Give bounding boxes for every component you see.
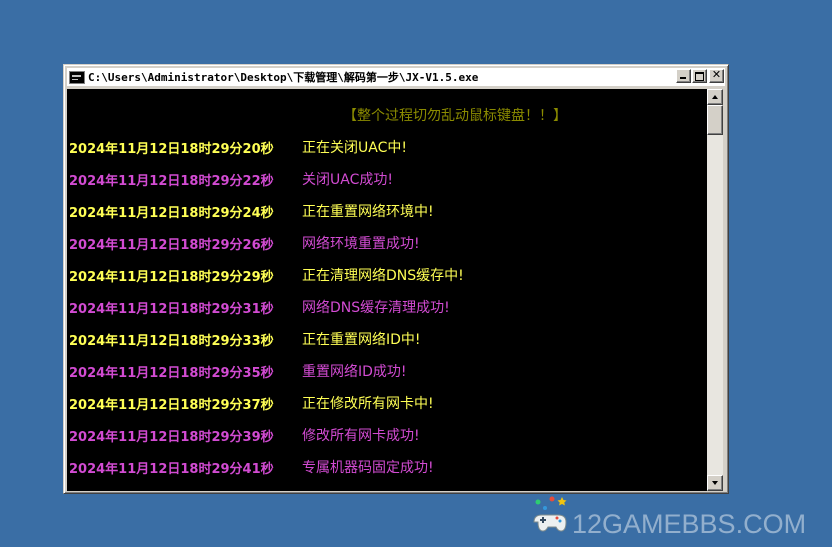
log-line: 2024年11月12日18时29分35秒 重置网络ID成功!: [69, 361, 407, 381]
scroll-down-button[interactable]: [707, 475, 723, 491]
log-line: 2024年11月12日18时29分29秒 正在清理网络DNS缓存中!: [69, 265, 464, 285]
log-timestamp: 2024年11月12日18时29分24秒: [69, 205, 274, 221]
log-message: 重置网络ID成功!: [302, 364, 407, 380]
watermark: 12GAMEBBS.COM: [530, 492, 830, 542]
console-warning-header: 【整个过程切勿乱动鼠标键盘！！】: [343, 108, 567, 124]
log-timestamp: 2024年11月12日18时29分41秒: [69, 461, 274, 477]
console-window[interactable]: C:\Users\Administrator\Desktop\下载管理\解码第一…: [63, 64, 729, 494]
window-title: C:\Users\Administrator\Desktop\下载管理\解码第一…: [88, 71, 479, 84]
vertical-scrollbar[interactable]: [707, 89, 723, 491]
console-app-icon[interactable]: [69, 70, 85, 84]
log-message: 正在修改所有网卡中!: [302, 396, 434, 412]
scroll-up-button[interactable]: [707, 89, 723, 105]
log-line: 2024年11月12日18时29分22秒 关闭UAC成功!: [69, 169, 393, 189]
log-timestamp: 2024年11月12日18时29分20秒: [69, 141, 274, 157]
log-message: 网络DNS缓存清理成功!: [302, 300, 450, 316]
title-bar[interactable]: C:\Users\Administrator\Desktop\下载管理\解码第一…: [67, 68, 725, 86]
minimize-button[interactable]: [676, 69, 691, 83]
log-timestamp: 2024年11月12日18时29分22秒: [69, 173, 274, 189]
arrow-down-icon: [712, 481, 718, 485]
arrow-up-icon: [712, 95, 718, 99]
log-message: 关闭UAC成功!: [302, 172, 393, 188]
log-message: 正在重置网络环境中!: [302, 204, 434, 220]
log-message: 正在清理网络DNS缓存中!: [302, 268, 464, 284]
title-buttons: ✕: [675, 68, 724, 83]
log-timestamp: 2024年11月12日18时29分31秒: [69, 301, 274, 317]
log-timestamp: 2024年11月12日18时29分29秒: [69, 269, 274, 285]
desktop: C:\Users\Administrator\Desktop\下载管理\解码第一…: [0, 0, 832, 547]
log-message: 正在重置网络ID中!: [302, 332, 421, 348]
maximize-icon: [695, 72, 704, 81]
log-timestamp: 2024年11月12日18时29分37秒: [69, 397, 274, 413]
log-timestamp: 2024年11月12日18时29分39秒: [69, 429, 274, 445]
gamepad-icon: [530, 494, 570, 540]
log-line: 2024年11月12日18时29分24秒 正在重置网络环境中!: [69, 201, 434, 221]
log-message: 网络环境重置成功!: [302, 236, 420, 252]
maximize-button[interactable]: [692, 69, 707, 83]
log-line: 2024年11月12日18时29分20秒 正在关闭UAC中!: [69, 137, 407, 157]
minimize-icon: [680, 77, 686, 79]
close-icon: ✕: [711, 68, 722, 81]
log-message: 专属机器码固定成功!: [302, 460, 434, 476]
watermark-text: 12GAMEBBS.COM: [572, 508, 807, 539]
log-timestamp: 2024年11月12日18时29分33秒: [69, 333, 274, 349]
log-message: 修改所有网卡成功!: [302, 428, 420, 444]
close-button[interactable]: ✕: [709, 68, 724, 83]
log-line: 2024年11月12日18时29分33秒 正在重置网络ID中!: [69, 329, 421, 349]
log-timestamp: 2024年11月12日18时29分35秒: [69, 365, 274, 381]
console-output[interactable]: 【整个过程切勿乱动鼠标键盘！！】 2024年11月12日18时29分20秒 正在关…: [67, 89, 707, 491]
log-line: 2024年11月12日18时29分41秒 专属机器码固定成功!: [69, 457, 434, 477]
log-message: 正在关闭UAC中!: [302, 140, 407, 156]
scroll-thumb[interactable]: [707, 105, 723, 135]
log-line: 2024年11月12日18时29分39秒 修改所有网卡成功!: [69, 425, 420, 445]
log-line: 2024年11月12日18时29分26秒 网络环境重置成功!: [69, 233, 420, 253]
log-line: 2024年11月12日18时29分37秒 正在修改所有网卡中!: [69, 393, 434, 413]
log-line: 2024年11月12日18时29分31秒 网络DNS缓存清理成功!: [69, 297, 450, 317]
log-timestamp: 2024年11月12日18时29分26秒: [69, 237, 274, 253]
